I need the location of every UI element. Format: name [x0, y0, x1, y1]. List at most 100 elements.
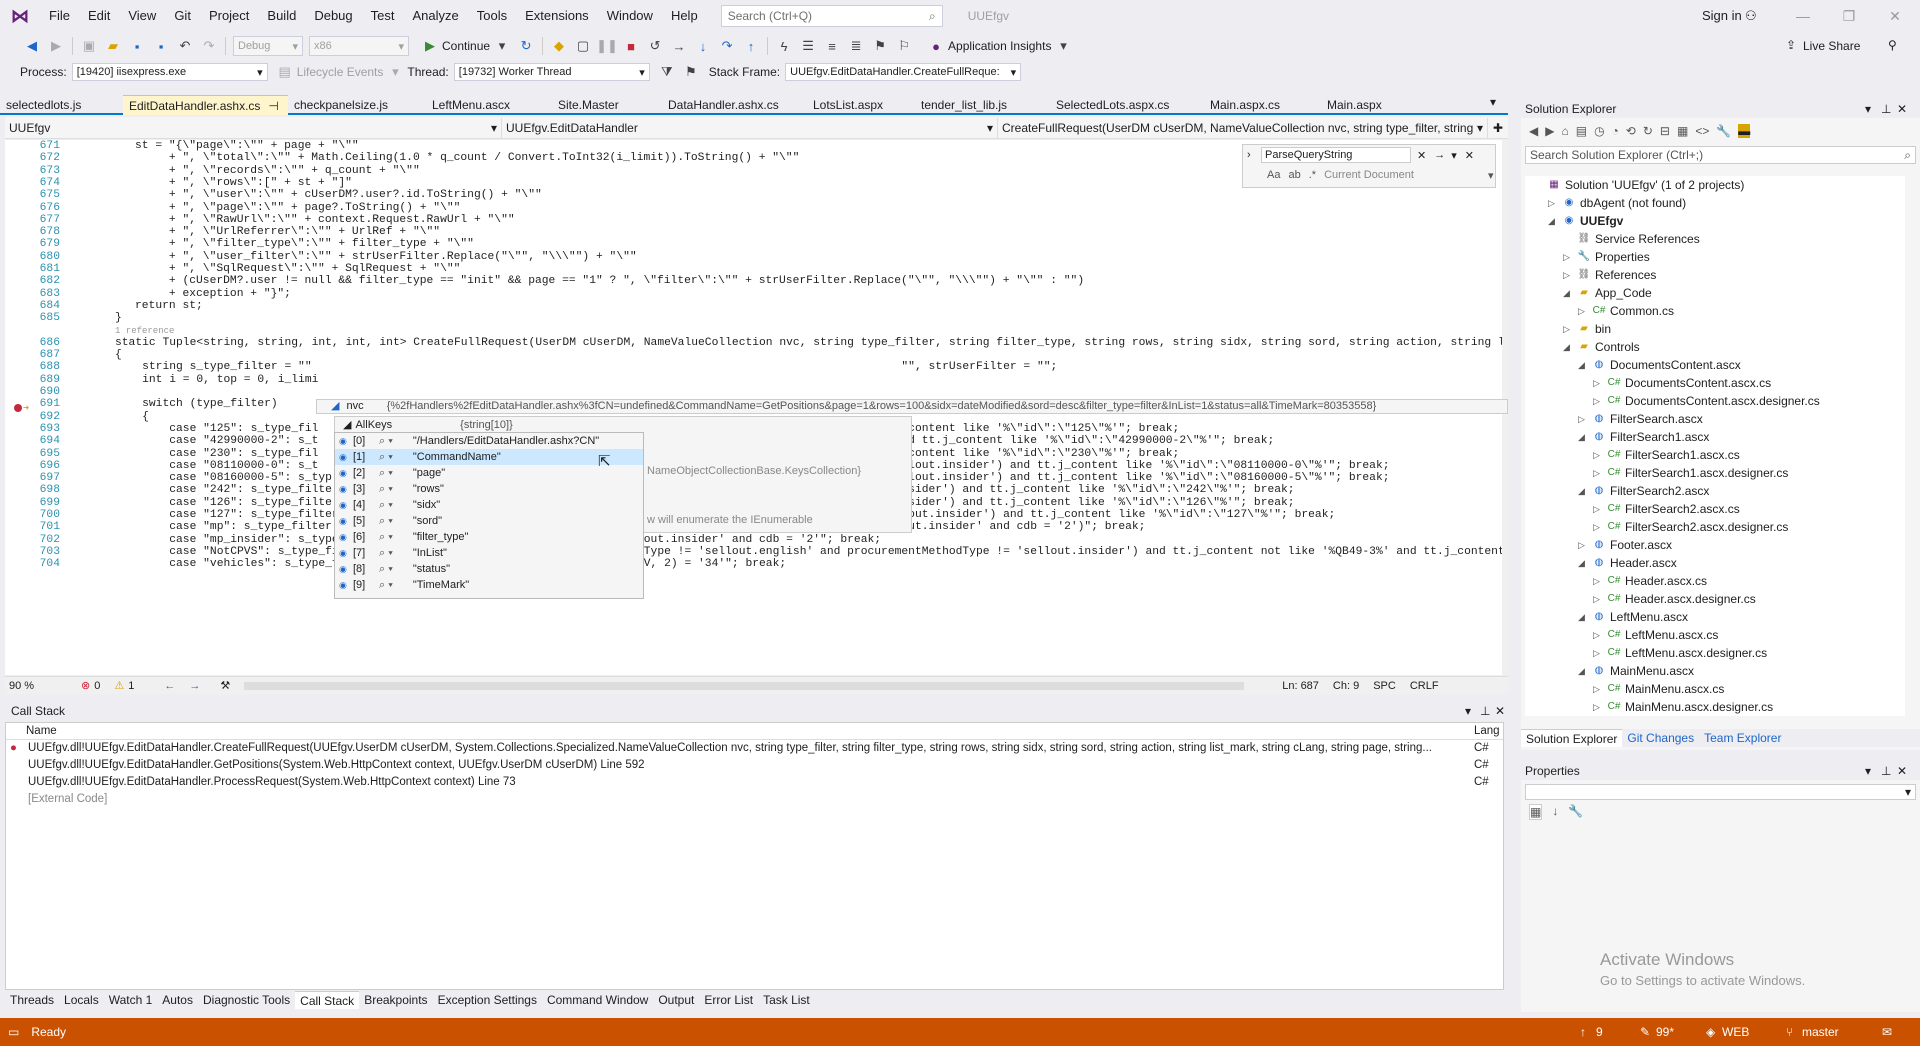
menu-project[interactable]: Project — [200, 0, 258, 32]
pin-icon[interactable]: ⊣ — [268, 96, 278, 115]
unpushed-count[interactable]: 9 — [1596, 1025, 1603, 1039]
forward-icon[interactable]: ▶ — [46, 36, 66, 56]
step-into-icon[interactable]: ↓ — [693, 36, 713, 56]
line-ending[interactable]: CRLF — [1410, 680, 1439, 692]
allkeys-item[interactable]: ◉ [6] ⌕ ▾ "filter_type" — [335, 529, 643, 545]
menu-extensions[interactable]: Extensions — [516, 0, 598, 32]
tree-item[interactable]: ▷ C# FilterSearch1.ascx.designer.cs — [1525, 464, 1905, 482]
name-column-header[interactable]: Name — [6, 723, 1470, 739]
configuration-select[interactable]: Debug ▾ — [233, 36, 303, 56]
feedback-icon[interactable]: ⚲ — [1888, 38, 1897, 52]
expand-arrow-icon[interactable]: ◢ — [1578, 356, 1592, 374]
filter-icon[interactable]: ⧩ — [657, 62, 677, 82]
platform-select[interactable]: x86 ▾ — [309, 36, 409, 56]
tree-item[interactable]: ▷ C# MainMenu.ascx.cs — [1525, 680, 1905, 698]
view-icon[interactable]: ⌕ ▾ — [379, 545, 393, 561]
pin-icon[interactable]: ◉ — [339, 529, 347, 545]
search-scope[interactable]: Current Document — [1324, 169, 1414, 181]
split-editor-icon[interactable]: ✚ — [1488, 117, 1508, 138]
tab-diagnostic-tools[interactable]: Diagnostic Tools — [198, 991, 295, 1009]
tree-item[interactable]: ◢ ◍ FilterSearch2.ascx — [1525, 482, 1905, 500]
tree-item[interactable]: ▷ ◍ Footer.ascx — [1525, 536, 1905, 554]
allkeys-item[interactable]: ◉ [2] ⌕ ▾ "page" — [335, 465, 643, 481]
menu-build[interactable]: Build — [258, 0, 305, 32]
expand-arrow-icon[interactable]: ▷ — [1563, 266, 1577, 284]
pin-icon[interactable]: ⊥ — [1480, 703, 1490, 720]
expand-arrow-icon[interactable]: ◢ — [1563, 284, 1577, 302]
allkeys-item[interactable]: ◉ [1] ⌕ ▾ "CommandName" — [335, 449, 643, 465]
menu-analyze[interactable]: Analyze — [403, 0, 467, 32]
restart-debug-icon[interactable]: ↺ — [645, 36, 665, 56]
categorized-icon[interactable]: ▦ — [1529, 804, 1543, 820]
tree-item[interactable]: ◢ ◍ FilterSearch1.ascx — [1525, 428, 1905, 446]
expand-arrow-icon[interactable]: ◢ — [1578, 662, 1592, 680]
member-dropdown[interactable]: CreateFullRequest(UserDM cUserDM, NameVa… — [998, 118, 1488, 138]
tree-item[interactable]: ◢ ◍ MainMenu.ascx — [1525, 662, 1905, 680]
tab-main-aspx[interactable]: Main.aspx — [1321, 95, 1414, 115]
minimize-button[interactable]: — — [1780, 0, 1826, 32]
menu-file[interactable]: File — [40, 0, 79, 32]
tab-breakpoints[interactable]: Breakpoints — [359, 991, 432, 1009]
expand-arrow-icon[interactable]: ◢ — [1578, 608, 1592, 626]
expand-arrow-icon[interactable]: ▷ — [1563, 320, 1577, 338]
whitespace-mode[interactable]: SPC — [1373, 680, 1396, 692]
expand-arrow-icon[interactable]: ◢ — [1563, 338, 1577, 356]
preview-icon[interactable]: ▬ — [1738, 124, 1751, 138]
view-icon[interactable]: ⌕ ▾ — [379, 513, 393, 529]
tab-list-dropdown-icon[interactable]: ▾ — [1490, 95, 1508, 113]
pencil-icon[interactable]: ✎ — [1640, 1025, 1650, 1039]
alphabetical-icon[interactable]: ↓ — [1552, 804, 1558, 820]
view-icon[interactable]: ⌕ ▾ — [379, 481, 393, 497]
property-pages-icon[interactable]: 🔧 — [1568, 804, 1583, 820]
expand-arrow-icon[interactable]: ▷ — [1563, 248, 1577, 266]
app-insights-button[interactable]: Application Insights — [948, 39, 1051, 53]
tree-item[interactable]: ◢ ▰ Controls — [1525, 338, 1905, 356]
search-input[interactable]: Search (Ctrl+Q) ⌕ — [720, 5, 943, 27]
tree-item[interactable]: ▷ C# DocumentsContent.ascx.cs — [1525, 374, 1905, 392]
view-icon[interactable]: ⌕ ▾ — [379, 433, 393, 449]
tree-item[interactable]: ◢ ◍ DocumentsContent.ascx — [1525, 356, 1905, 374]
solution-search-input[interactable]: Search Solution Explorer (Ctrl+;) ⌕ — [1525, 146, 1916, 164]
call-stack-row[interactable]: UUEfgv.dll!UUEfgv.EditDataHandler.Proces… — [6, 774, 1503, 791]
menu-view[interactable]: View — [119, 0, 165, 32]
pin-icon[interactable]: ⊥ — [1881, 762, 1891, 780]
restart-icon[interactable]: ↻ — [516, 36, 536, 56]
pin-icon[interactable]: ◉ — [339, 545, 347, 561]
expand-icon[interactable]: ◢ — [343, 417, 351, 433]
show-next-statement-icon[interactable]: → — [669, 36, 689, 56]
tree-item[interactable]: ⛓ Service References — [1525, 230, 1905, 248]
allkeys-item[interactable]: ◉ [7] ⌕ ▾ "InList" — [335, 545, 643, 561]
pending-changes-icon[interactable]: ◔ — [1612, 124, 1619, 138]
lang-column-header[interactable]: Lang — [1470, 723, 1500, 739]
chevron-down-icon[interactable]: ▾ — [1451, 149, 1457, 162]
screenshot-icon[interactable]: ▢ — [573, 36, 593, 56]
view-icon[interactable]: ⌕ ▾ — [379, 497, 393, 513]
tab-main-aspx-cs[interactable]: Main.aspx.cs — [1204, 95, 1321, 115]
allkeys-item[interactable]: ◉ [3] ⌕ ▾ "rows" — [335, 481, 643, 497]
tree-item[interactable]: ◢ ◍ LeftMenu.ascx — [1525, 608, 1905, 626]
suspend-icon[interactable]: ▤ — [275, 62, 295, 82]
tab-output[interactable]: Output — [653, 991, 699, 1009]
object-select[interactable]: ▾ — [1525, 784, 1916, 800]
account-icon[interactable]: ⚇ — [1745, 8, 1757, 24]
live-share-icon[interactable]: ⇪ — [1786, 38, 1796, 52]
clear-icon[interactable]: ✕ — [1417, 149, 1426, 162]
undo-icon[interactable]: ↶ — [175, 36, 195, 56]
tab-leftmenu-ascx[interactable]: LeftMenu.ascx — [426, 95, 552, 115]
warning-count[interactable]: 1 — [128, 680, 134, 692]
tab-call-stack[interactable]: Call Stack — [295, 991, 360, 1009]
repo-icon[interactable]: ◈ — [1706, 1025, 1715, 1039]
code-cleanup-icon[interactable]: ⚒ — [220, 679, 230, 692]
tab-tender-list-lib-js[interactable]: tender_list_lib.js — [915, 95, 1050, 115]
arrow-up-icon[interactable]: ↑ — [1580, 1025, 1586, 1039]
close-icon[interactable]: ✕ — [1465, 149, 1474, 162]
back-icon[interactable]: ◀ — [22, 36, 42, 56]
stop-icon[interactable]: ■ — [621, 36, 641, 56]
hot-reload-icon[interactable]: ϟ — [774, 36, 794, 56]
uncomment-icon[interactable]: ≣ — [846, 36, 866, 56]
find-input[interactable]: ParseQueryString — [1261, 147, 1411, 163]
type-dropdown[interactable]: UUEfgv.EditDataHandler ▾ — [502, 118, 998, 138]
menu-help[interactable]: Help — [662, 0, 707, 32]
tree-item[interactable]: ▷ C# MainMenu.ascx.designer.cs — [1525, 698, 1905, 716]
tab-checkpanelsize-js[interactable]: checkpanelsize.js — [288, 95, 426, 115]
